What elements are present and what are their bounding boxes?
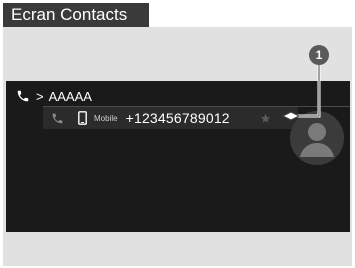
contacts-screen: > AAAAA Mobile +123456789012 bbox=[6, 81, 350, 232]
callout-number-badge: 1 bbox=[309, 45, 329, 65]
phone-number-row[interactable]: Mobile +123456789012 bbox=[43, 107, 298, 129]
person-silhouette-icon bbox=[300, 123, 334, 157]
breadcrumb-separator: > bbox=[36, 88, 44, 104]
page: Ecran Contacts > AAAAA Mobile +123456789… bbox=[0, 0, 355, 268]
phone-icon bbox=[52, 113, 63, 123]
contact-name: AAAAA bbox=[48, 88, 92, 104]
phone-icon bbox=[17, 90, 29, 102]
contact-avatar bbox=[290, 111, 344, 165]
page-title: Ecran Contacts bbox=[3, 3, 149, 27]
number-type-label: Mobile bbox=[94, 113, 118, 123]
star-icon[interactable] bbox=[260, 113, 271, 124]
breadcrumb[interactable]: > AAAAA bbox=[16, 87, 92, 105]
phone-number: +123456789012 bbox=[125, 110, 230, 126]
mobile-phone-icon bbox=[78, 111, 87, 125]
